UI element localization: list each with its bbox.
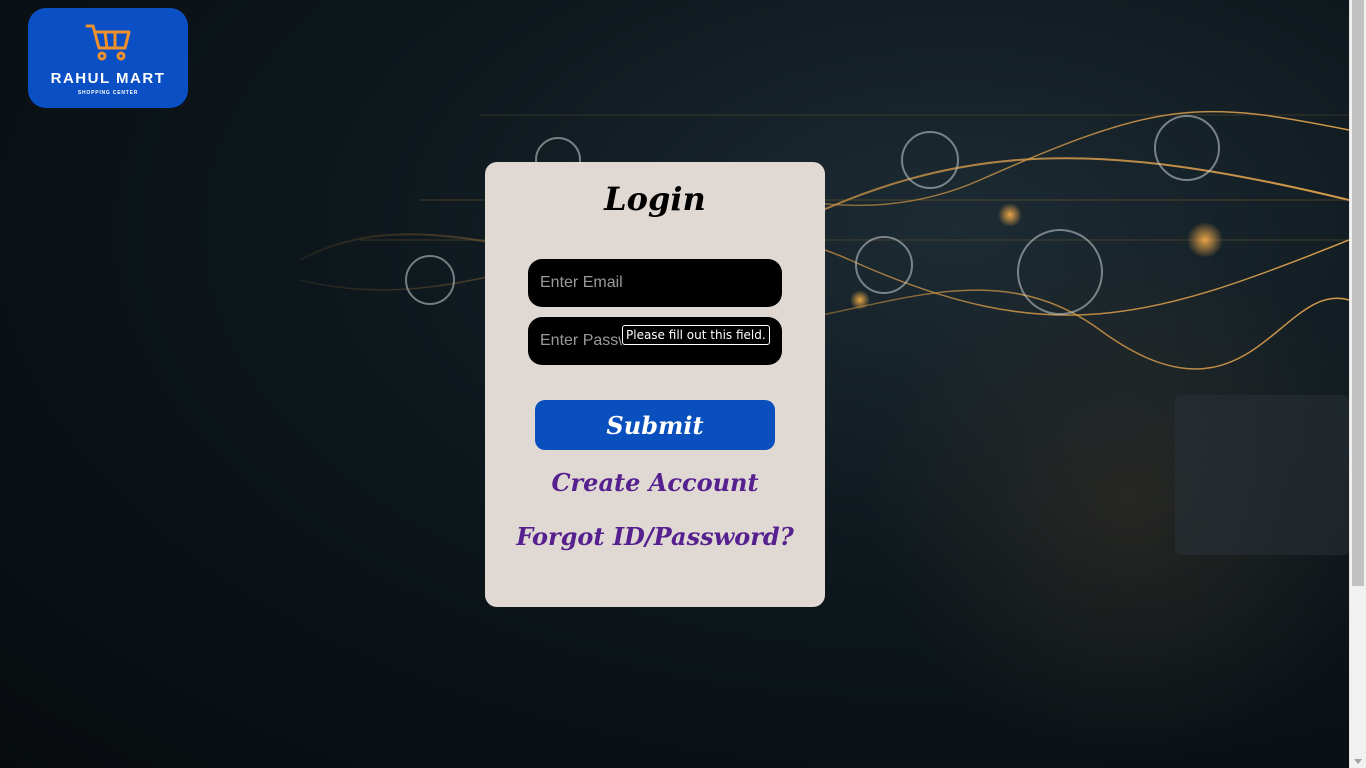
brand-logo[interactable]: RAHUL MART SHOPPING CENTER [28,8,188,108]
create-account-link[interactable]: Create Account [485,468,825,497]
vertical-scrollbar[interactable] [1349,0,1366,768]
scroll-down-arrow-icon[interactable] [1354,759,1362,764]
submit-button[interactable]: Submit [535,400,775,450]
login-title: Login [604,180,706,218]
email-field[interactable] [528,259,782,307]
brand-tagline: SHOPPING CENTER [77,90,139,96]
brand-name: RAHUL MART [50,70,166,87]
login-card: Login Submit Create Account Forgot ID/Pa… [485,162,825,607]
shopping-cart-icon [85,24,131,61]
login-page: RAHUL MART SHOPPING CENTER Login Submit … [0,0,1366,768]
scrollbar-thumb[interactable] [1352,0,1364,586]
forgot-password-link[interactable]: Forgot ID/Password? [485,522,825,551]
validation-tooltip: Please fill out this field. [622,325,770,345]
